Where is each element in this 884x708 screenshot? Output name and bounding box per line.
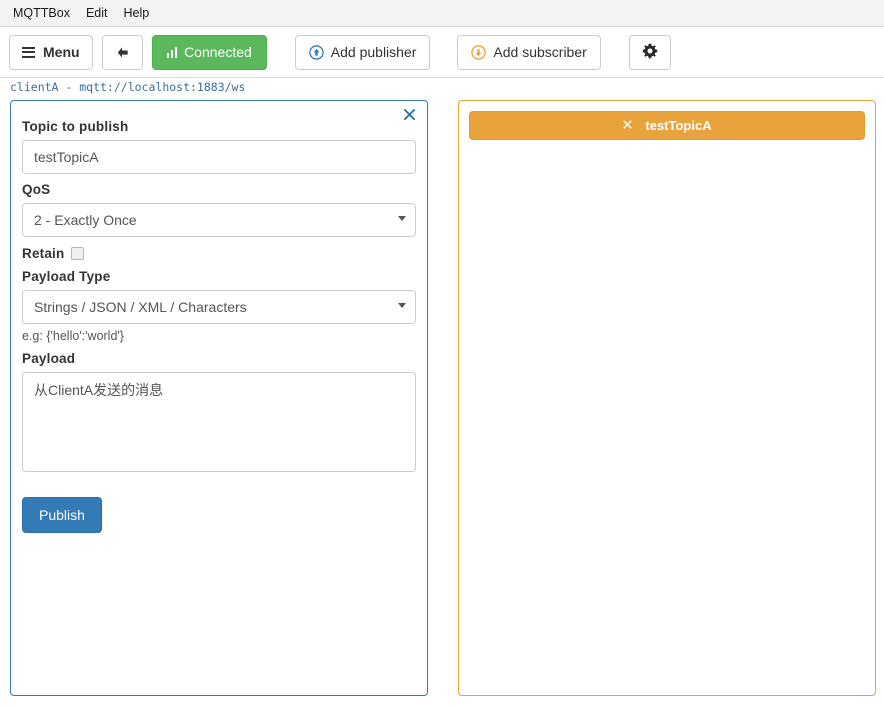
arrow-left-icon: [115, 45, 130, 60]
connection-status-label: Connected: [184, 44, 252, 60]
payload-type-label: Payload Type: [22, 269, 111, 284]
menu-button[interactable]: Menu: [9, 34, 93, 70]
subscriber-panel: testTopicA: [458, 100, 876, 696]
back-button[interactable]: [101, 34, 143, 70]
breadcrumb: clientA - mqtt://localhost:1883/ws: [10, 80, 246, 94]
circle-down-arrow-icon: [471, 44, 487, 60]
payload-type-select[interactable]: [22, 290, 416, 324]
gear-icon: [642, 43, 658, 62]
topic-input[interactable]: [22, 140, 416, 174]
content-area: Topic to publish QoS Retain Payload Type…: [0, 96, 884, 704]
add-subscriber-label: Add subscriber: [493, 44, 587, 60]
add-publisher-button[interactable]: Add publisher: [294, 34, 431, 70]
circle-up-arrow-icon: [309, 44, 324, 60]
qos-label: QoS: [22, 182, 51, 197]
qos-select-wrapper: [22, 203, 416, 237]
connection-status-button[interactable]: Connected: [151, 34, 267, 70]
menu-button-label: Menu: [43, 44, 80, 60]
payload-type-hint: e.g: {'hello':'world'}: [22, 329, 124, 343]
payload-type-select-wrapper: [22, 290, 416, 324]
client-breadcrumb-bar: clientA - mqtt://localhost:1883/ws: [0, 78, 884, 96]
payload-textarea[interactable]: 从ClientA发送的消息: [22, 372, 416, 472]
publisher-panel: Topic to publish QoS Retain Payload Type…: [10, 100, 428, 696]
signal-bars-icon: [166, 46, 178, 58]
main-toolbar: Menu Connected Add publisher Add subscri…: [0, 27, 884, 78]
menu-item-mqttbox[interactable]: MQTTBox: [6, 3, 77, 23]
retain-row: Retain: [22, 246, 416, 261]
close-icon[interactable]: [401, 107, 418, 124]
add-subscriber-button[interactable]: Add subscriber: [457, 34, 601, 70]
retain-checkbox[interactable]: [71, 247, 85, 260]
subscriber-topic-bar[interactable]: testTopicA: [469, 111, 865, 140]
qos-select[interactable]: [22, 203, 416, 237]
add-publisher-label: Add publisher: [330, 44, 417, 60]
close-icon[interactable]: [622, 118, 633, 133]
menu-bar: MQTTBox Edit Help: [0, 0, 884, 27]
menu-item-edit[interactable]: Edit: [79, 3, 115, 23]
subscriber-topic-label: testTopicA: [645, 118, 712, 133]
topic-label: Topic to publish: [22, 119, 129, 134]
settings-button[interactable]: [628, 34, 671, 70]
publish-button[interactable]: Publish: [22, 497, 102, 533]
menu-item-help[interactable]: Help: [117, 3, 157, 23]
payload-label: Payload: [22, 351, 76, 366]
retain-label: Retain: [22, 246, 65, 261]
hamburger-icon: [22, 46, 35, 58]
